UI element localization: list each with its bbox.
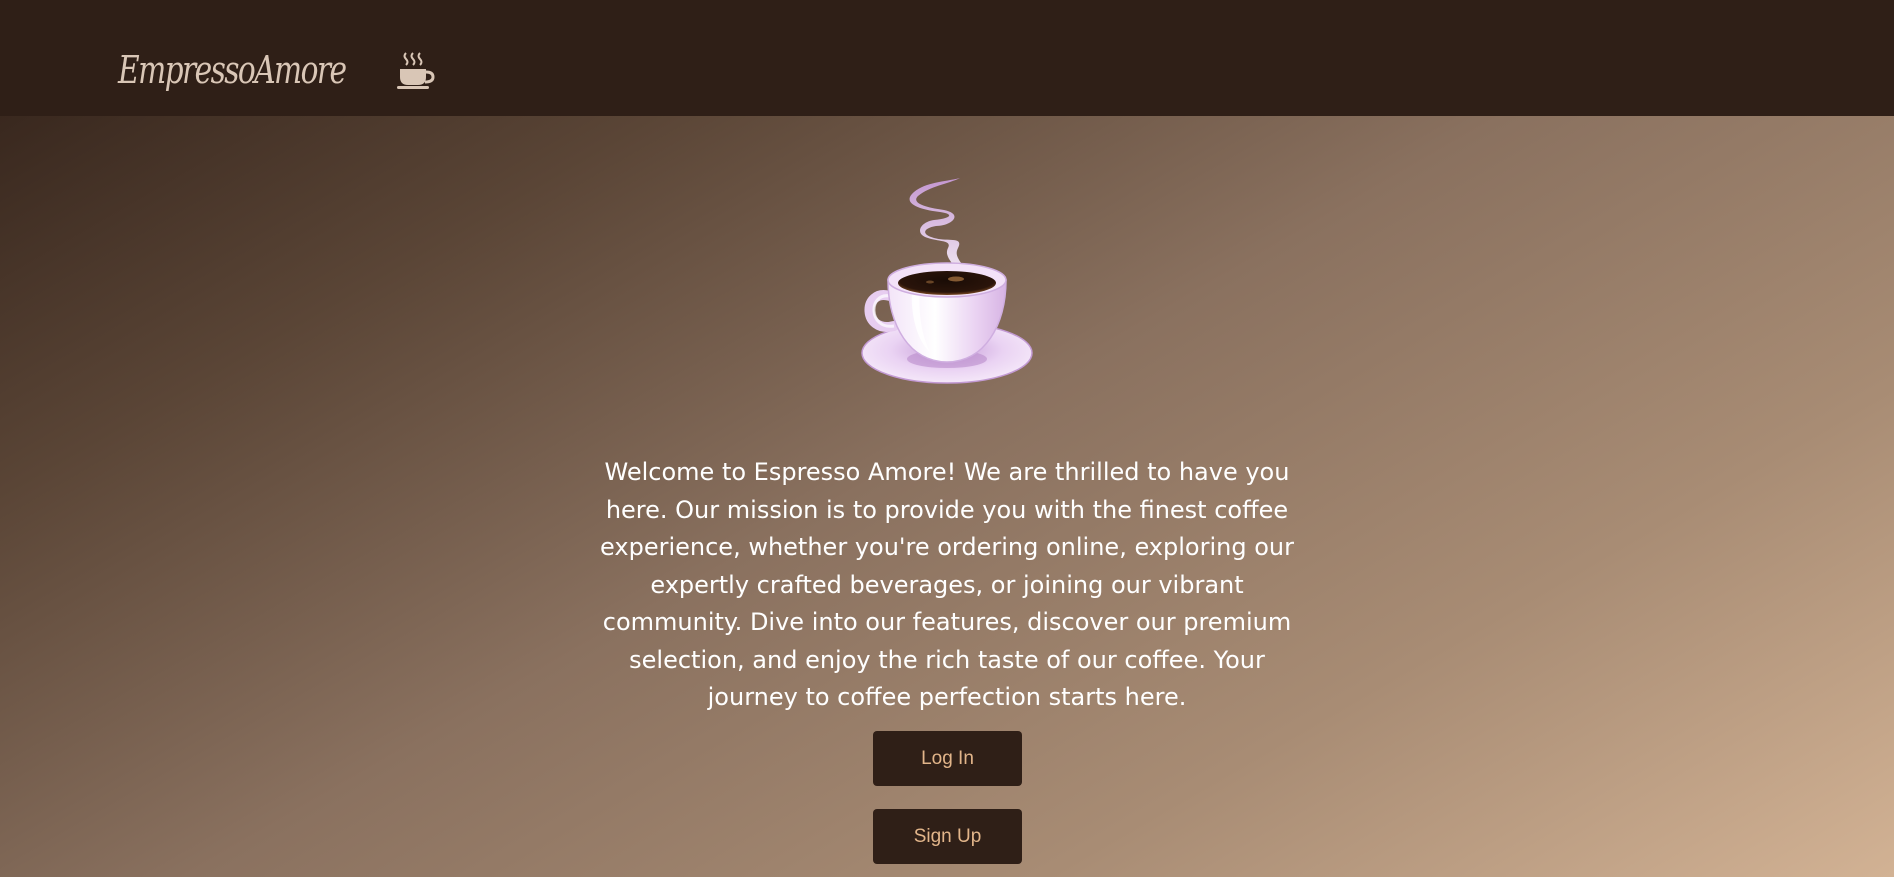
- coffee-cup-icon: [396, 52, 435, 89]
- top-navbar: EmpressoAmore: [0, 0, 1894, 116]
- brand-logo[interactable]: EmpressoAmore: [118, 46, 436, 94]
- steaming-coffee-cup-illustration: [861, 178, 1033, 384]
- welcome-message: Welcome to Espresso Amore! We are thrill…: [600, 458, 1294, 711]
- login-button[interactable]: Log In: [873, 731, 1022, 786]
- brand-name: EmpressoAmore: [118, 48, 347, 92]
- signup-button[interactable]: Sign Up: [873, 809, 1022, 864]
